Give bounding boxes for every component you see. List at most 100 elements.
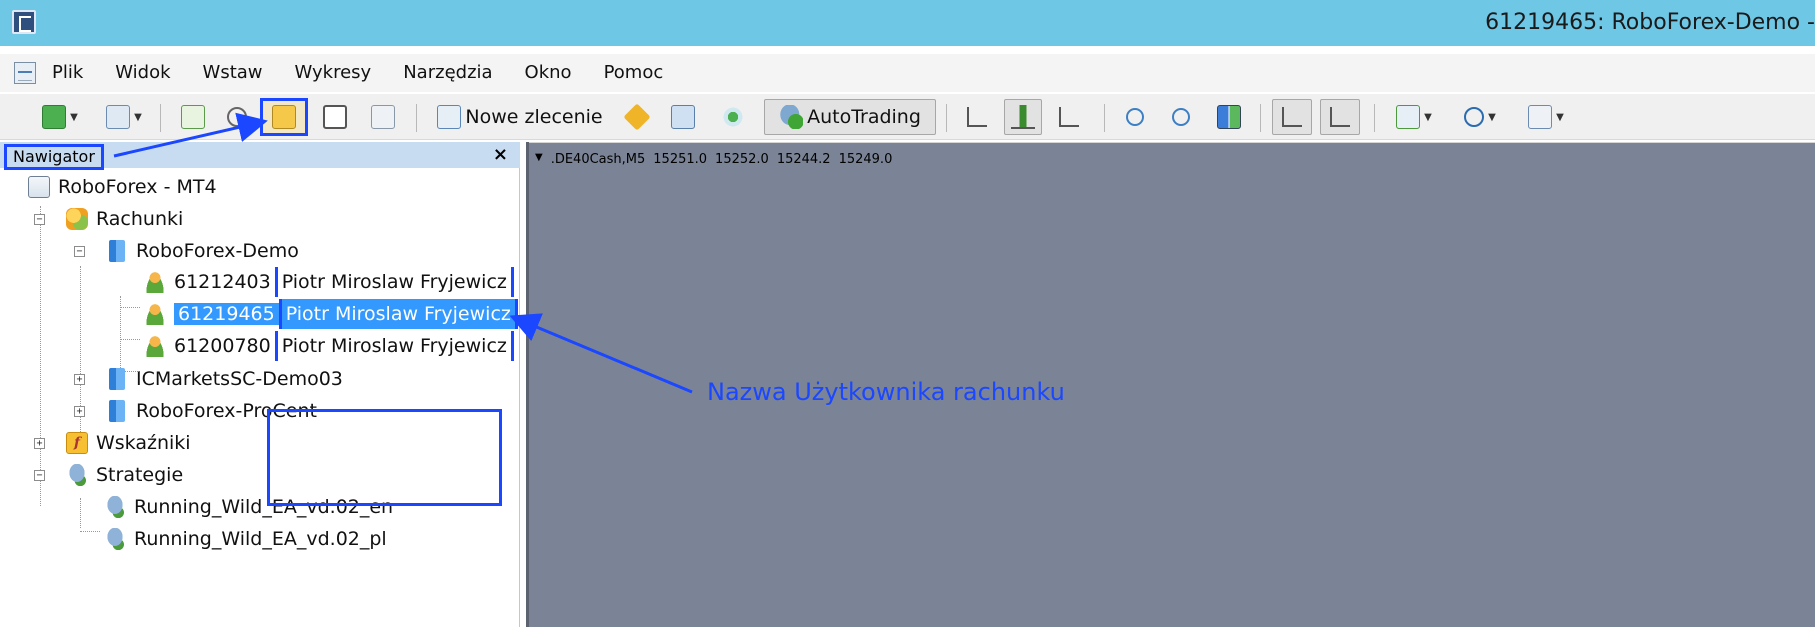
- menu-help[interactable]: Pomoc: [588, 54, 680, 92]
- zoom-in-button[interactable]: [1118, 102, 1152, 132]
- indicators-button[interactable]: ▼: [1386, 102, 1442, 132]
- collapse-toggle[interactable]: −: [34, 214, 45, 225]
- zoom-in-icon: [1126, 108, 1144, 126]
- expand-toggle[interactable]: +: [34, 438, 45, 449]
- market-watch-icon: [181, 105, 205, 129]
- history-center-button[interactable]: [666, 102, 700, 132]
- account-number: 61212403: [174, 271, 271, 293]
- account-user-name: Piotr Miroslaw Fryjewicz: [278, 299, 518, 329]
- signals-button[interactable]: [716, 102, 750, 132]
- expert-advisor-icon: [104, 496, 126, 518]
- candlestick-button[interactable]: [1004, 99, 1042, 135]
- menu-file[interactable]: Plik: [44, 54, 99, 92]
- indicators-label: Wskaźniki: [96, 432, 191, 454]
- tree-strategy-item[interactable]: Running_Wild_EA_vd.02_pl: [104, 524, 387, 554]
- line-chart-button[interactable]: [1052, 102, 1086, 132]
- chart-symbol: .DE40Cash,M5: [550, 152, 646, 167]
- tree-line: [80, 531, 100, 532]
- tree-server-roboforex-procent[interactable]: RoboForex-ProCent: [106, 396, 317, 426]
- tree-line: [120, 339, 140, 340]
- toolbar-separator: [160, 104, 161, 132]
- root-label: RoboForex - MT4: [58, 176, 217, 198]
- templates-button[interactable]: ▼: [1518, 102, 1574, 132]
- chart-close: 15249.0: [838, 152, 893, 167]
- tree-account-item-selected[interactable]: 61219465 Piotr Miroslaw Fryjewicz: [144, 299, 518, 329]
- user-icon: [144, 335, 166, 357]
- menu-tools[interactable]: Narzędzia: [387, 54, 508, 92]
- periods-icon: [1464, 107, 1485, 127]
- tree-line: [40, 206, 41, 506]
- line-chart-icon: [1059, 107, 1079, 127]
- tree-strategies[interactable]: Strategie: [66, 460, 183, 490]
- user-icon: [144, 303, 166, 325]
- menu-view[interactable]: Widok: [99, 54, 186, 92]
- navigator-close-button[interactable]: ×: [493, 144, 508, 165]
- autoscroll-button[interactable]: [1272, 99, 1312, 135]
- chart-window-icon[interactable]: [14, 62, 36, 84]
- chart-shift-icon: [1330, 107, 1350, 127]
- server-icon: [109, 368, 125, 390]
- chart-open: 15251.0: [653, 152, 708, 167]
- tree-strategy-item[interactable]: Running_Wild_EA_vd.02_en: [104, 492, 393, 522]
- chart-low: 15244.2: [776, 152, 831, 167]
- indicator-f-icon: f: [66, 432, 88, 454]
- tree-server-icmarkets[interactable]: ICMarketsSC-Demo03: [106, 364, 343, 394]
- new-order-button[interactable]: Nowe zlecenie: [432, 102, 608, 132]
- toolbar-separator: [416, 104, 417, 132]
- platform-icon: [28, 176, 50, 198]
- autotrading-label: AutoTrading: [807, 106, 921, 128]
- expand-toggle[interactable]: +: [74, 406, 85, 417]
- terminal-button[interactable]: [318, 102, 352, 132]
- account-number: 61219465: [174, 303, 279, 325]
- toolbar-separator: [946, 104, 947, 132]
- bar-chart-icon: [967, 107, 987, 127]
- tile-windows-icon: [1217, 105, 1241, 129]
- account-user-name: Piotr Miroslaw Fryjewicz: [274, 267, 514, 297]
- signals-icon: [721, 105, 745, 129]
- strategy-tester-button[interactable]: [366, 102, 400, 132]
- tree-line: [80, 498, 81, 528]
- expand-toggle[interactable]: +: [74, 374, 85, 385]
- app-icon[interactable]: [12, 10, 36, 34]
- tree-indicators[interactable]: f Wskaźniki: [66, 428, 191, 458]
- tree-account-item[interactable]: 61212403 Piotr Miroslaw Fryjewicz: [144, 267, 514, 297]
- navigator-header: Nawigator ×: [0, 142, 520, 170]
- new-chart-button[interactable]: ▼: [30, 102, 90, 132]
- chart-shift-button[interactable]: [1320, 99, 1360, 135]
- menu-bar: Plik Widok Wstaw Wykresy Narzędzia Okno …: [0, 54, 1815, 92]
- profiles-button[interactable]: ▼: [96, 102, 152, 132]
- strategies-label: Strategie: [96, 464, 184, 486]
- tree-server-roboforex-demo[interactable]: RoboForex-Demo: [106, 236, 299, 266]
- new-order-icon: [437, 105, 462, 129]
- periods-button[interactable]: ▼: [1452, 102, 1508, 132]
- autotrading-icon: [779, 105, 804, 129]
- autotrading-button[interactable]: AutoTrading: [764, 99, 936, 135]
- tree-line: [120, 307, 140, 308]
- strategy-label: Running_Wild_EA_vd.02_en: [134, 496, 394, 518]
- tree-accounts[interactable]: Rachunki: [66, 204, 183, 234]
- menu-insert[interactable]: Wstaw: [187, 54, 279, 92]
- metaeditor-button[interactable]: [620, 102, 654, 132]
- server-icon: [109, 240, 125, 262]
- indicators-icon: [1396, 105, 1421, 129]
- collapse-toggle[interactable]: −: [34, 470, 45, 481]
- zoom-out-button[interactable]: [1164, 102, 1198, 132]
- navigator-button[interactable]: [260, 98, 308, 136]
- collapse-toggle[interactable]: −: [74, 246, 85, 257]
- strategy-label: Running_Wild_EA_vd.02_pl: [134, 528, 387, 550]
- tree-root[interactable]: RoboForex - MT4: [28, 172, 217, 202]
- crosshair-button[interactable]: [220, 102, 254, 132]
- tree-account-item[interactable]: 61200780 Piotr Miroslaw Fryjewicz: [144, 331, 514, 361]
- bar-chart-button[interactable]: [960, 102, 994, 132]
- server-label: RoboForex-ProCent: [136, 400, 317, 422]
- menu-window[interactable]: Okno: [509, 54, 588, 92]
- accounts-label: Rachunki: [96, 208, 184, 230]
- menu-charts[interactable]: Wykresy: [279, 54, 388, 92]
- chart-dropdown-icon[interactable]: ▼: [535, 152, 543, 167]
- tile-windows-button[interactable]: [1212, 102, 1246, 132]
- candlestick-icon: [1011, 105, 1035, 129]
- market-watch-button[interactable]: [176, 102, 210, 132]
- autoscroll-icon: [1282, 107, 1302, 127]
- window-title: 61219465: RoboForex-Demo -: [1485, 10, 1815, 35]
- accounts-icon: [66, 208, 88, 230]
